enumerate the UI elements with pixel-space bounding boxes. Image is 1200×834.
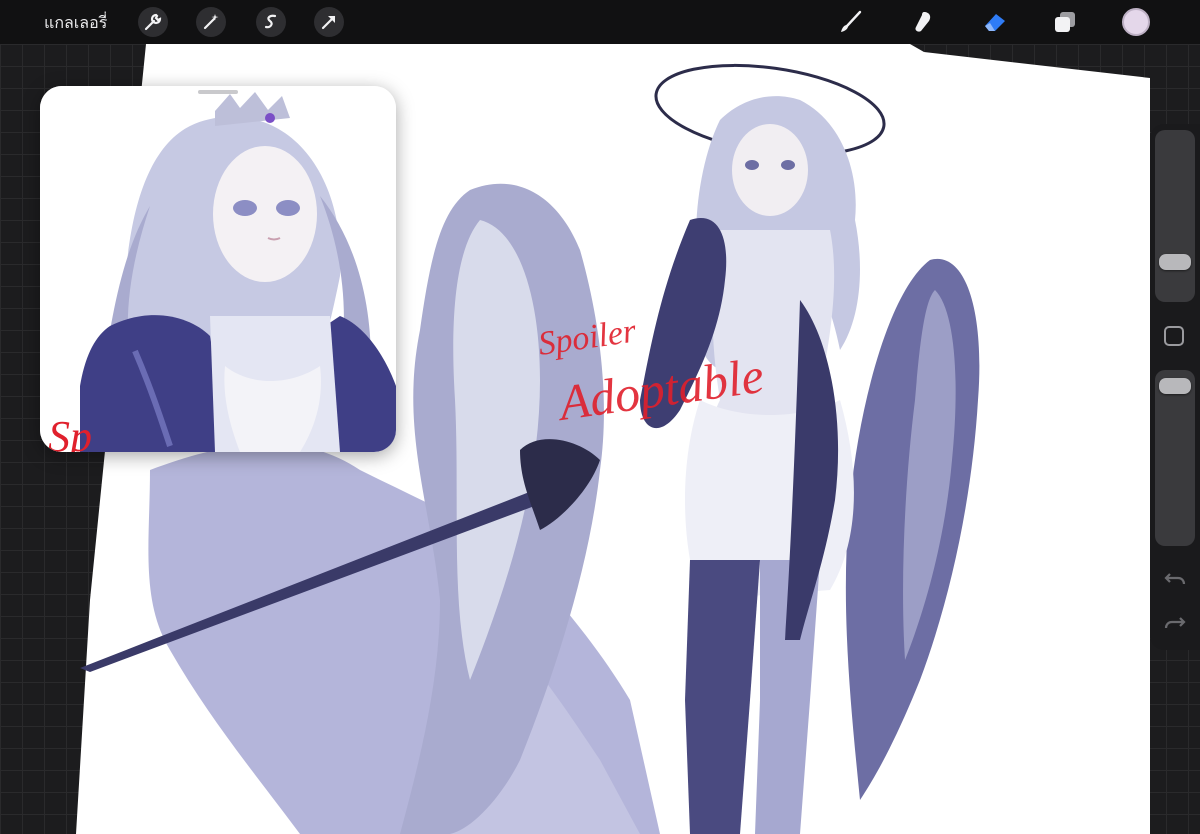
reference-image: Sp [40,86,396,452]
redo-icon[interactable] [1162,612,1188,634]
opacity-thumb[interactable] [1159,378,1191,394]
side-panel [1150,124,1200,650]
reference-drag-handle[interactable] [198,90,238,94]
opacity-slider[interactable] [1155,370,1195,546]
face [732,124,808,216]
eraser-icon[interactable] [980,7,1010,37]
brush-icon[interactable] [836,7,866,37]
modify-button[interactable] [1164,326,1184,346]
selection-icon[interactable] [256,7,286,37]
undo-icon[interactable] [1162,568,1188,590]
transform-arrow-icon[interactable] [314,7,344,37]
right-eye [781,160,795,170]
smudge-icon[interactable] [908,7,938,37]
wrench-icon[interactable] [138,7,168,37]
left-eye [745,160,759,170]
magic-wand-icon[interactable] [196,7,226,37]
layers-icon[interactable] [1050,7,1080,37]
gallery-button[interactable]: แกลเลอรี่ [44,11,107,36]
reference-watermark: Sp [48,412,92,452]
reference-window[interactable]: Sp [40,86,396,452]
brush-size-thumb[interactable] [1159,254,1191,270]
color-picker-button[interactable] [1122,8,1150,36]
top-toolbar: แกลเลอรี่ [0,0,1200,44]
brush-size-slider[interactable] [1155,130,1195,302]
